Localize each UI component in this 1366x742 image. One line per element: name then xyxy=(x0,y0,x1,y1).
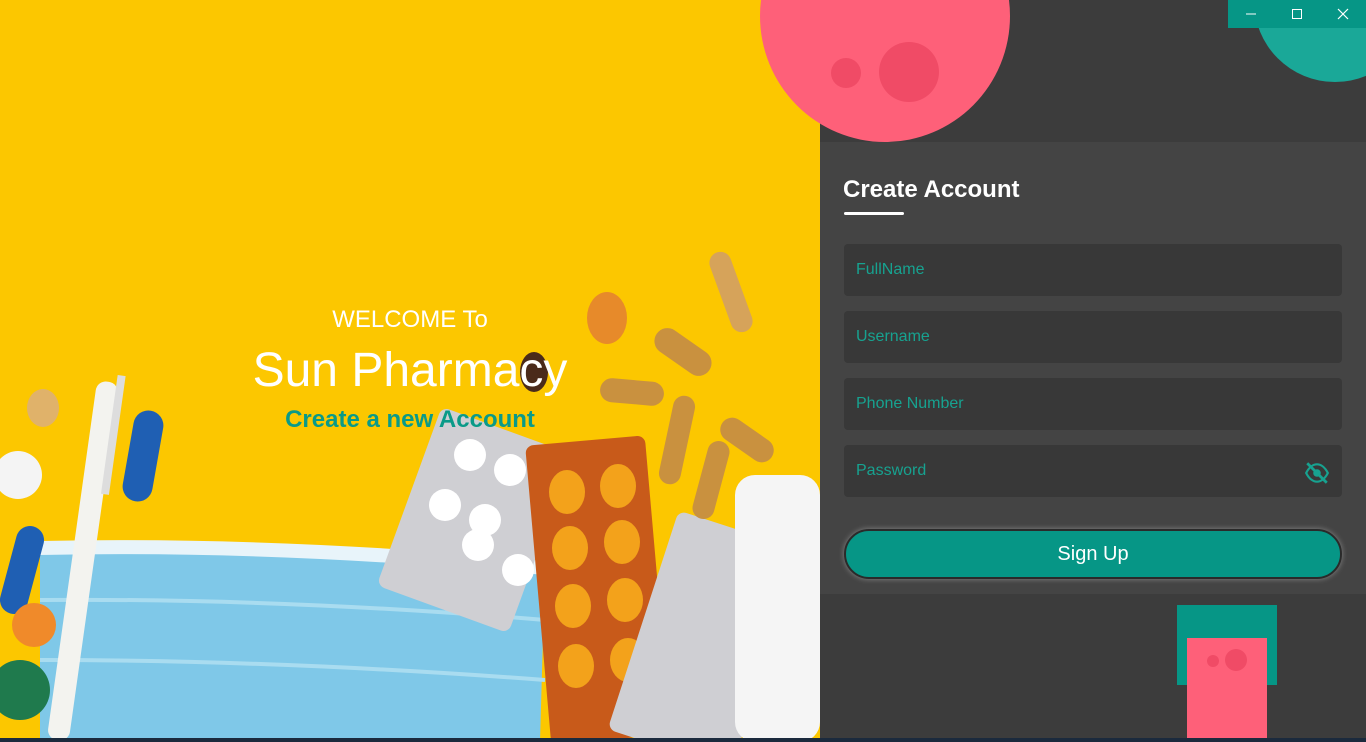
minimize-icon[interactable] xyxy=(1228,0,1274,28)
decor-dot xyxy=(831,58,861,88)
maximize-icon[interactable] xyxy=(1274,0,1320,28)
decor-dot xyxy=(879,42,939,102)
username-input[interactable] xyxy=(844,311,1342,363)
decor-dot xyxy=(1225,649,1247,671)
hero-image-panel: WELCOME To Sun Pharmacy Create a new Acc… xyxy=(0,0,820,742)
welcome-text: WELCOME To xyxy=(332,306,488,333)
signup-card: Create Account Sign Up xyxy=(820,142,1366,594)
brand-title: Sun Pharmacy xyxy=(252,344,568,397)
hero-subtitle: Create a new Account xyxy=(285,406,535,433)
phone-input[interactable] xyxy=(844,378,1342,430)
title-underline xyxy=(844,212,904,215)
form-title: Create Account xyxy=(843,176,1020,203)
eye-off-icon[interactable] xyxy=(1304,460,1330,486)
close-icon[interactable] xyxy=(1320,0,1366,28)
taskbar-strip xyxy=(0,738,1366,742)
password-input[interactable] xyxy=(844,445,1342,497)
signup-button[interactable]: Sign Up xyxy=(844,529,1342,579)
window-controls xyxy=(1228,0,1366,28)
fullname-input[interactable] xyxy=(844,244,1342,296)
decor-dot xyxy=(1207,655,1219,667)
